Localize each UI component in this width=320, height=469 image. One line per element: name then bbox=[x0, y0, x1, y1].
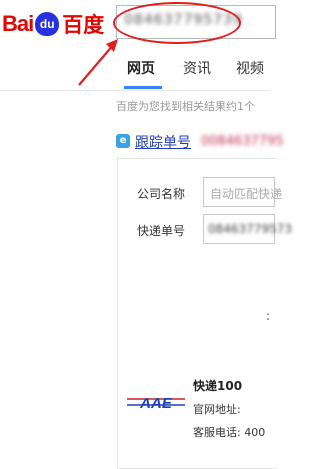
provider-phone-label: 客服电话: 400 bbox=[193, 426, 266, 439]
annotation-ellipse bbox=[113, 2, 241, 44]
aae-logo-icon: AAE bbox=[127, 395, 185, 411]
logo-chinese-text: 百度 bbox=[62, 14, 105, 37]
baidu-logo[interactable]: Bai du 百度 bbox=[2, 10, 104, 38]
result-title-number[interactable]: 0084637795 bbox=[201, 134, 284, 149]
provider-name: 快递100 bbox=[193, 379, 243, 393]
tab-video[interactable]: 视频 bbox=[236, 58, 264, 78]
paw-icon: du bbox=[35, 12, 60, 36]
colon-mark: : bbox=[266, 309, 271, 323]
result-count: 百度为您找到相关结果约1个 bbox=[116, 100, 255, 113]
ie-icon: e bbox=[116, 134, 130, 148]
tab-web[interactable]: 网页 bbox=[127, 58, 155, 78]
company-label: 公司名称 bbox=[137, 187, 186, 201]
tracking-number-value: 08463779573 bbox=[208, 222, 292, 236]
result-title-link[interactable]: 跟踪单号 bbox=[135, 132, 191, 152]
tracking-number-label: 快递单号 bbox=[137, 224, 186, 238]
provider-site-label: 官网地址: bbox=[193, 403, 241, 416]
logo-bai-text: Bai bbox=[2, 11, 34, 36]
aae-logo-text: AAE bbox=[139, 395, 173, 411]
tab-news[interactable]: 资讯 bbox=[183, 58, 211, 78]
active-tab-indicator bbox=[124, 86, 162, 89]
company-field-placeholder: 自动匹配快递 bbox=[210, 187, 283, 201]
